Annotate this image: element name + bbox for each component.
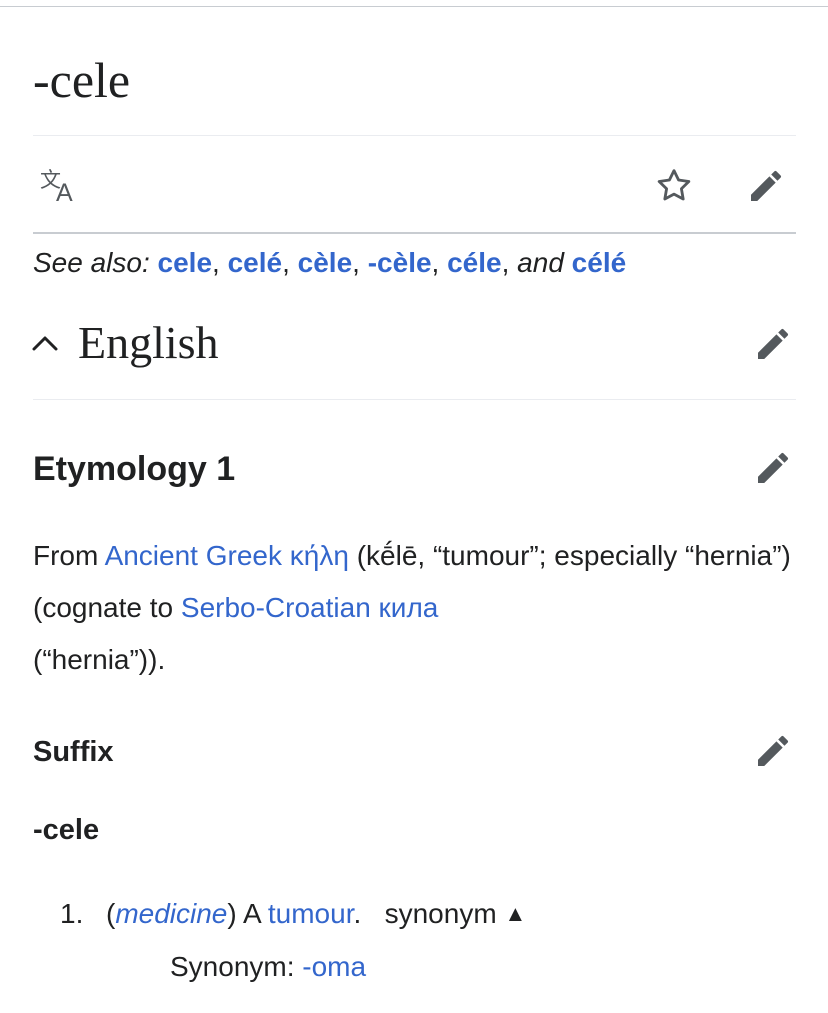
see-also-link-cele-first-acute[interactable]: céle (447, 247, 502, 278)
etymology-from: From (33, 540, 99, 571)
label-medicine[interactable]: medicine (115, 898, 227, 929)
definition-article: A (242, 898, 261, 929)
definition-number: 1. (60, 898, 84, 929)
etymology-heading: Etymology 1 (33, 450, 236, 488)
title-divider (33, 135, 796, 136)
star-icon[interactable] (654, 166, 694, 206)
see-also-link-cele-double-acute[interactable]: célé (572, 247, 627, 278)
link-cognate-word[interactable]: кила (379, 592, 439, 623)
chevron-up-icon[interactable] (31, 331, 59, 355)
see-also-prefix: See also: (33, 247, 150, 278)
pencil-icon[interactable] (753, 731, 793, 771)
separator: , (501, 247, 510, 278)
section-divider (33, 399, 796, 400)
definition-period: . (353, 898, 362, 929)
label-paren-close: ) (227, 898, 237, 929)
see-also-link-cele[interactable]: cele (158, 247, 213, 278)
label-paren-open: ( (106, 898, 116, 929)
headword: -cele (33, 814, 100, 846)
etymology-text: From Ancient Greek κήλη (kḗlē, “tumour”;… (33, 530, 803, 686)
separator: , (212, 247, 220, 278)
toolbar-divider (33, 232, 796, 234)
separator: , (431, 247, 440, 278)
svg-text:A: A (56, 179, 73, 204)
see-also-link-suffix-cele-grave[interactable]: -cèle (368, 247, 432, 278)
link-ancient-greek[interactable]: Ancient Greek (105, 540, 282, 571)
etymology-end: (“hernia”)). (33, 644, 166, 675)
pencil-icon[interactable] (753, 448, 793, 488)
section-heading-english[interactable]: English (78, 314, 219, 372)
top-border (0, 0, 828, 7)
see-also-and: and (517, 247, 564, 278)
separator: , (352, 247, 360, 278)
link-serbo-croatian[interactable]: Serbo-Croatian (181, 592, 371, 623)
synonym-toggle[interactable]: synonym ▲ (385, 898, 527, 929)
pencil-icon[interactable] (746, 166, 786, 206)
see-also-link-cele-acute[interactable]: celé (228, 247, 283, 278)
link-greek-word[interactable]: κήλη (290, 540, 349, 571)
link-oma[interactable]: -oma (302, 951, 366, 982)
triangle-up-icon: ▲ (504, 901, 527, 926)
see-also-link-cele-grave[interactable]: cèle (298, 247, 353, 278)
page-title: -cele (33, 52, 131, 108)
synonym-line: Synonym: -oma (170, 947, 366, 987)
see-also-hatnote: See also: cele, celé, cèle, -cèle, céle,… (33, 244, 626, 282)
separator: , (282, 247, 290, 278)
link-tumour[interactable]: tumour (268, 898, 354, 929)
synonym-toggle-label: synonym (384, 898, 497, 929)
translate-icon[interactable]: 文 A (40, 168, 84, 204)
definition-item: 1. (medicine) A tumour. synonym ▲ (60, 894, 526, 934)
suffix-heading: Suffix (33, 736, 114, 768)
pencil-icon[interactable] (753, 324, 793, 364)
synonym-label: Synonym: (170, 951, 295, 982)
